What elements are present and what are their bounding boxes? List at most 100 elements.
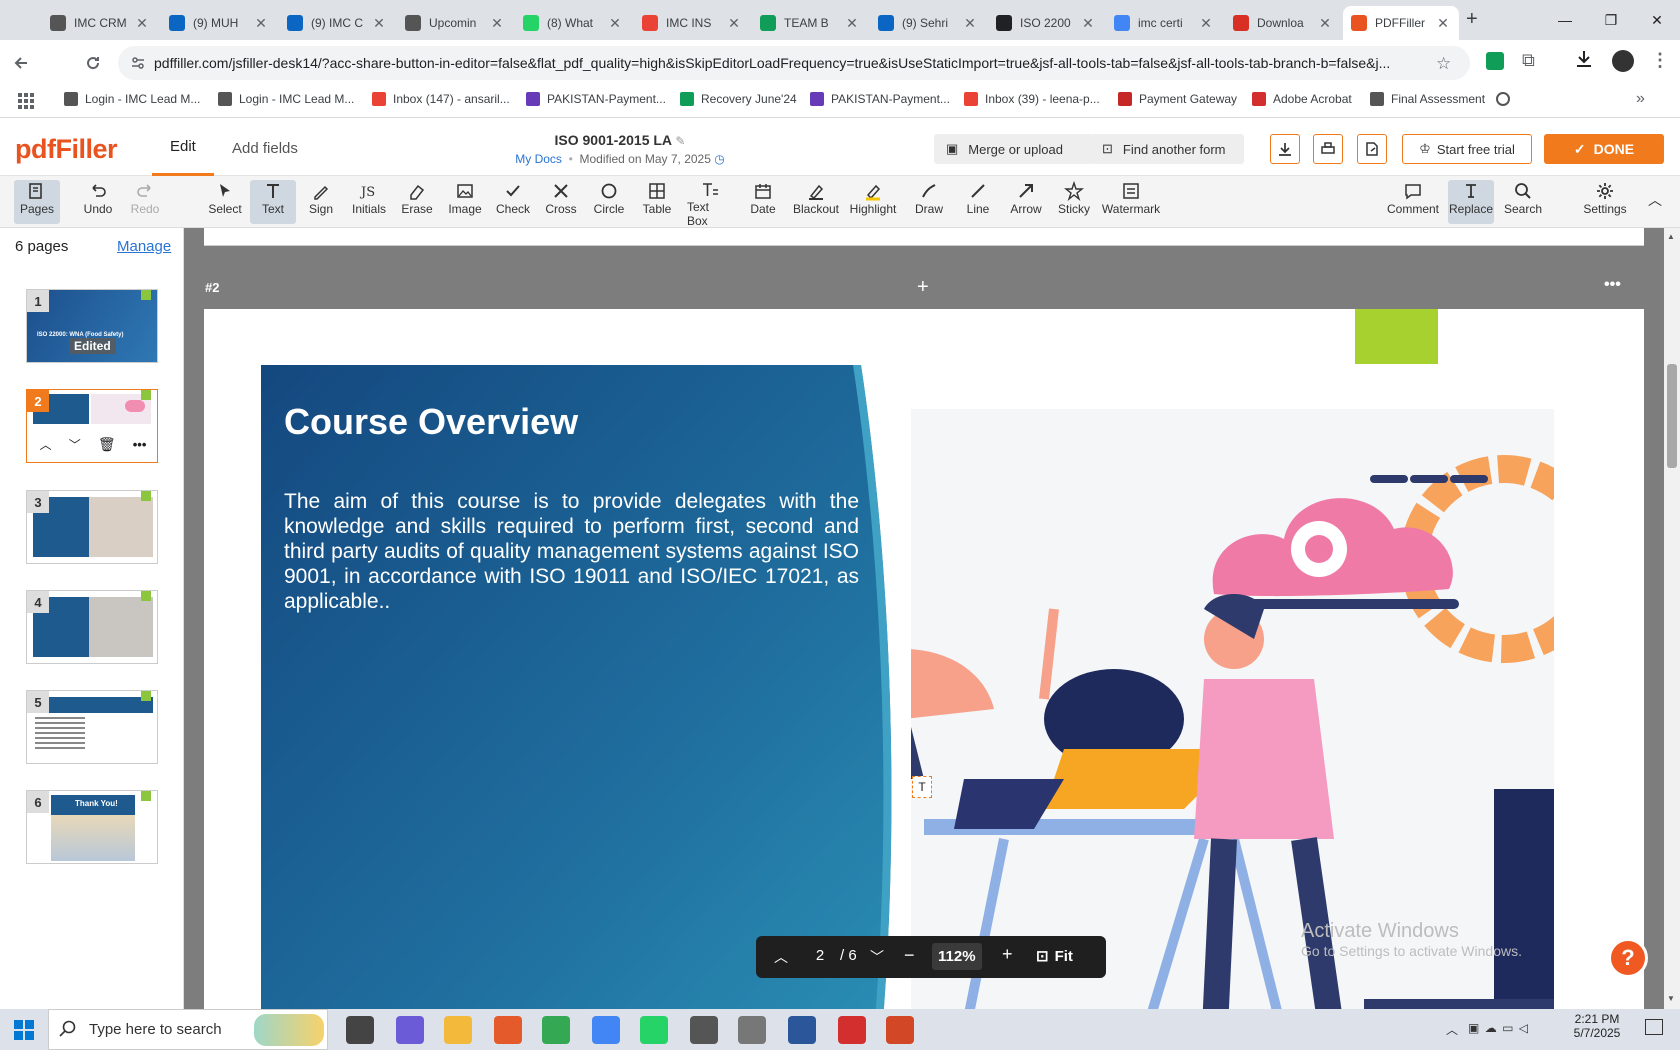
pin-app-icon[interactable] xyxy=(494,1016,522,1044)
browser-tab[interactable]: PDFFiller ✕ xyxy=(1343,6,1459,40)
tool-redo[interactable]: Redo xyxy=(122,180,168,224)
my-docs-link[interactable]: My Docs xyxy=(515,152,562,166)
tray-chevron-icon[interactable]: ︿ xyxy=(1446,1021,1458,1038)
tool-watermark[interactable]: Watermark xyxy=(1102,180,1160,224)
tool-pages[interactable]: Pages xyxy=(14,180,60,224)
download-icon[interactable] xyxy=(1574,48,1594,73)
tool-comment[interactable]: Comment xyxy=(1387,180,1439,224)
pdffiller-logo[interactable]: pdfFiller xyxy=(15,134,118,165)
scrollbar-thumb[interactable] xyxy=(1667,364,1677,468)
tool-table[interactable]: Table xyxy=(634,180,680,224)
extension-icon[interactable] xyxy=(1486,52,1504,70)
file-explorer-icon[interactable] xyxy=(444,1016,472,1044)
page-thumbnail-5[interactable]: 5 xyxy=(26,690,158,764)
close-window-icon[interactable]: ✕ xyxy=(1634,0,1680,40)
move-down-icon[interactable]: ﹀ xyxy=(69,436,81,453)
tool-initials[interactable]: JS Initials xyxy=(346,180,392,224)
tool-line[interactable]: Line xyxy=(955,180,1001,224)
taskbar-search[interactable]: Type here to search xyxy=(48,1009,328,1050)
close-tab-icon[interactable]: ✕ xyxy=(1198,15,1214,32)
help-question-icon[interactable]: ? xyxy=(1608,938,1648,978)
bookmark-overflow-favicon[interactable] xyxy=(1496,92,1510,106)
taskbar-clock[interactable]: 2:21 PM 5/7/2025 xyxy=(1562,1012,1632,1040)
bookmark-item[interactable]: PAKISTAN-Payment... xyxy=(810,92,950,106)
history-icon[interactable]: ◷ xyxy=(714,152,724,166)
close-tab-icon[interactable]: ✕ xyxy=(1317,15,1333,32)
manage-pages-link[interactable]: Manage xyxy=(117,238,171,255)
page-thumbnail-1[interactable]: ISO 22000: WNA (Food Safety) Edited 1 xyxy=(26,289,158,363)
windows-start-icon[interactable] xyxy=(14,1020,34,1043)
tool-draw[interactable]: Draw xyxy=(906,180,952,224)
tool-blackout[interactable]: Blackout xyxy=(793,180,839,224)
tab-edit[interactable]: Edit xyxy=(152,120,214,176)
slide-title[interactable]: Course Overview xyxy=(284,401,578,443)
bookmark-item[interactable]: Login - IMC Lead M... xyxy=(218,92,354,106)
more-bookmarks-chevron-icon[interactable]: » xyxy=(1636,90,1645,108)
tool-erase[interactable]: Erase xyxy=(394,180,440,224)
profile-avatar[interactable] xyxy=(1612,50,1634,72)
back-icon[interactable] xyxy=(6,48,36,78)
page-thumbnail-2[interactable]: 2 ︿ ﹀ 🗑 ••• xyxy=(26,389,158,463)
more-options-icon[interactable]: ••• xyxy=(133,437,147,452)
document-page[interactable]: Course Overview The aim of this course i… xyxy=(204,309,1644,1009)
bookmark-item[interactable]: Adobe Acrobat xyxy=(1252,92,1352,106)
tool-settings[interactable]: Settings xyxy=(1582,180,1628,224)
bookmark-item[interactable]: PAKISTAN-Payment... xyxy=(526,92,666,106)
close-tab-icon[interactable]: ✕ xyxy=(371,15,387,32)
tool-image[interactable]: Image xyxy=(442,180,488,224)
close-tab-icon[interactable]: ✕ xyxy=(844,15,860,32)
notifications-icon[interactable] xyxy=(1645,1019,1663,1035)
copilot-icon[interactable] xyxy=(396,1016,424,1044)
close-tab-icon[interactable]: ✕ xyxy=(962,15,978,32)
whatsapp-icon[interactable] xyxy=(640,1016,668,1044)
browser-tab[interactable]: Downloa ✕ xyxy=(1225,6,1341,40)
task-view-icon[interactable] xyxy=(346,1016,374,1044)
page-thumbnail-6[interactable]: Thank You! 6 xyxy=(26,790,158,864)
tool-date[interactable]: Date xyxy=(740,180,786,224)
maximize-window-icon[interactable]: ❐ xyxy=(1588,0,1634,40)
bookmark-item[interactable]: Login - IMC Lead M... xyxy=(64,92,200,106)
print-button[interactable] xyxy=(1313,134,1343,164)
close-tab-icon[interactable]: ✕ xyxy=(726,15,742,32)
download-doc-button[interactable] xyxy=(1270,134,1300,164)
slide-body-text[interactable]: The aim of this course is to provide del… xyxy=(284,489,859,614)
close-tab-icon[interactable]: ✕ xyxy=(253,15,269,32)
bookmark-item[interactable]: Inbox (147) - ansaril... xyxy=(372,92,510,106)
current-page-input[interactable]: 2 xyxy=(810,947,830,964)
next-page-chevron-icon[interactable]: ﹀ xyxy=(870,947,884,967)
page-thumbnail-3[interactable]: 3 xyxy=(26,490,158,564)
tool-replace[interactable]: Replace xyxy=(1448,180,1494,224)
new-tab-plus-icon[interactable]: + xyxy=(1466,8,1478,31)
page-options-icon[interactable]: ••• xyxy=(1604,276,1621,294)
merge-upload-button[interactable]: ▣ Merge or upload xyxy=(934,134,1092,164)
settings-app-icon[interactable] xyxy=(738,1016,766,1044)
close-tab-icon[interactable]: ✕ xyxy=(1080,15,1096,32)
address-bar[interactable]: pdffiller.com/jsfiller-desk14/?acc-share… xyxy=(118,46,1470,80)
tab-add-fields[interactable]: Add fields xyxy=(232,120,298,176)
bookmark-item[interactable]: Payment Gateway xyxy=(1118,92,1237,106)
document-title[interactable]: ISO 9001-2015 LA ✎ xyxy=(480,132,760,148)
text-insertion-marker[interactable]: T xyxy=(912,776,932,798)
tool-select[interactable]: Select xyxy=(202,180,248,224)
apps-grid-icon[interactable] xyxy=(18,93,34,112)
close-tab-icon[interactable]: ✕ xyxy=(607,15,623,32)
browser-tab[interactable]: Upcomin ✕ xyxy=(397,6,513,40)
delete-trash-icon[interactable]: 🗑 xyxy=(98,436,116,453)
bookmark-item[interactable]: Final Assessment xyxy=(1370,92,1485,106)
tool-sign[interactable]: Sign xyxy=(298,180,344,224)
vertical-scrollbar[interactable]: ▲ ▼ xyxy=(1664,228,1680,1009)
powerpoint-icon[interactable] xyxy=(886,1016,914,1044)
zoom-out-icon[interactable]: − xyxy=(904,945,915,966)
find-form-button[interactable]: ⊡ Find another form xyxy=(1090,134,1244,164)
close-tab-icon[interactable]: ✕ xyxy=(134,15,150,32)
bookmark-item[interactable]: Inbox (39) - leena-p... xyxy=(964,92,1100,106)
prev-page-chevron-icon[interactable]: ︿ xyxy=(774,947,788,967)
word-icon[interactable] xyxy=(788,1016,816,1044)
page-thumbnail-4[interactable]: 4 xyxy=(26,590,158,664)
bookmark-star-icon[interactable]: ☆ xyxy=(1436,54,1451,74)
chrome-profile-icon[interactable] xyxy=(592,1016,620,1044)
tool-undo[interactable]: Undo xyxy=(75,180,121,224)
browser-tab[interactable]: TEAM B ✕ xyxy=(752,6,868,40)
tool-circle[interactable]: Circle xyxy=(586,180,632,224)
extensions-puzzle-icon[interactable]: ⧉ xyxy=(1522,50,1535,71)
